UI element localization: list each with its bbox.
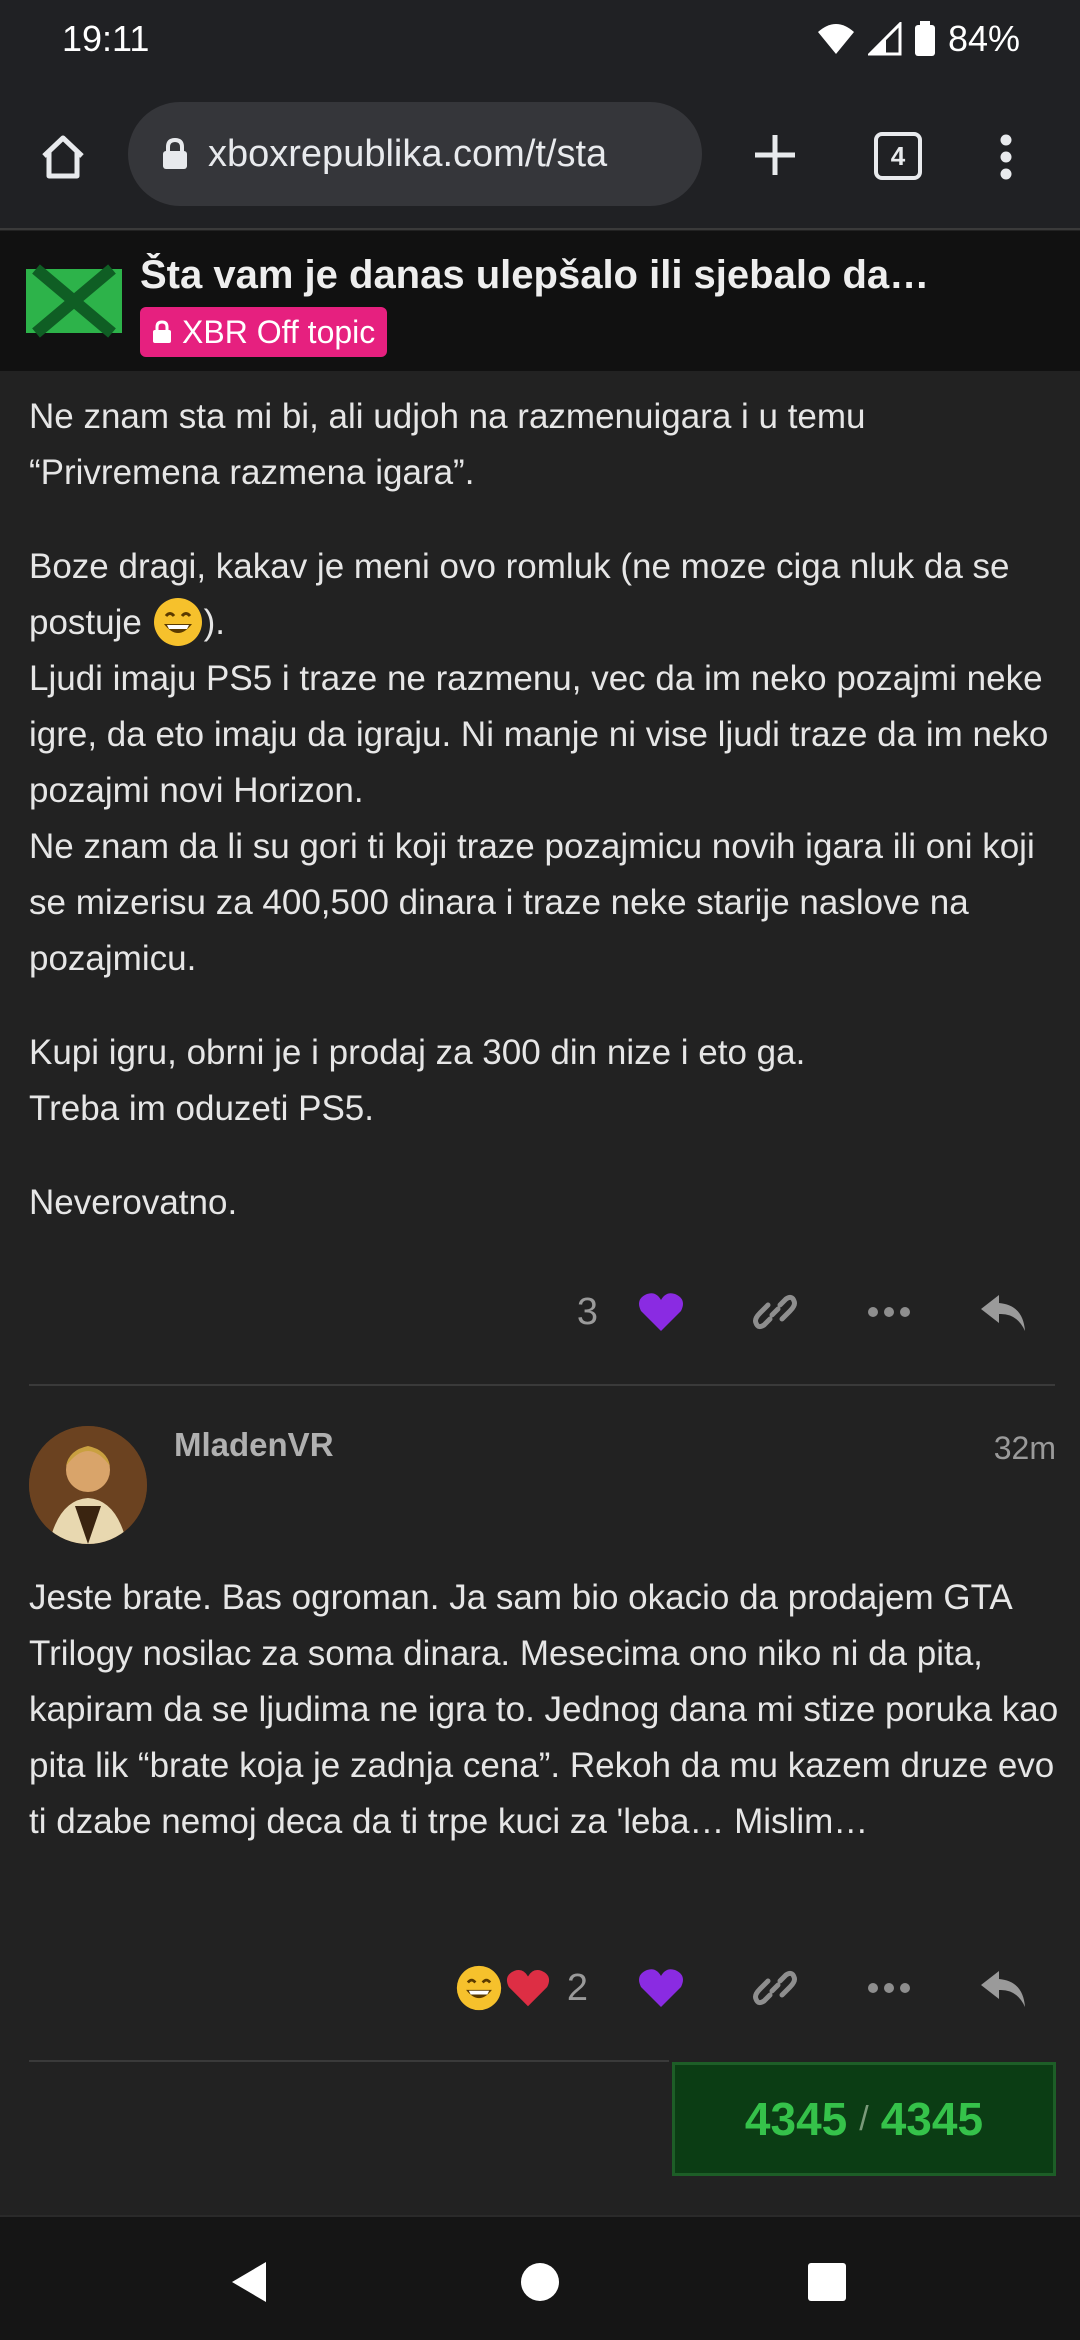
tab-switcher-button[interactable]: 4 bbox=[874, 132, 922, 180]
status-bar: 19:11 84% bbox=[0, 0, 1080, 80]
copy-link-button[interactable] bbox=[718, 1282, 832, 1342]
post-paragraph: Boze dragi, kakav je meni ovo romluk (ne… bbox=[29, 539, 1059, 987]
system-nav-bar bbox=[0, 2215, 1080, 2340]
home-nav-button[interactable] bbox=[505, 2247, 575, 2317]
link-icon bbox=[753, 1970, 797, 2006]
post-paragraph: Ne znam sta mi bi, ali udjoh na razmenui… bbox=[29, 397, 866, 492]
like-count[interactable]: 3 bbox=[577, 1291, 598, 1334]
post-text: Ne znam da li su gori ti koji traze poza… bbox=[29, 827, 1035, 978]
progress-total: 4345 bbox=[880, 2093, 984, 2145]
recents-button[interactable] bbox=[792, 2247, 862, 2317]
category-label: XBR Off topic bbox=[182, 313, 376, 350]
home-circle-icon bbox=[521, 2263, 559, 2301]
post-text: Kupi igru, obrni je i prodaj za 300 din … bbox=[29, 1033, 806, 1072]
home-button[interactable] bbox=[28, 122, 98, 192]
username[interactable]: MladenVR bbox=[174, 1426, 334, 1464]
red-heart-icon bbox=[506, 1970, 549, 2007]
heart-icon bbox=[639, 1293, 683, 1331]
reply-icon bbox=[981, 1971, 1025, 2007]
like-button[interactable] bbox=[604, 1958, 718, 2018]
reply-icon bbox=[981, 1295, 1025, 1331]
more-horizontal-icon bbox=[868, 1307, 910, 1317]
post-text: Ljudi imaju PS5 i traze ne razmenu, vec … bbox=[29, 659, 1049, 810]
site-logo[interactable] bbox=[26, 261, 122, 341]
avatar[interactable] bbox=[29, 1426, 147, 1544]
reply-button[interactable] bbox=[946, 1958, 1060, 2018]
grinning-emoji-icon bbox=[456, 1965, 502, 2011]
back-triangle-icon bbox=[232, 2262, 266, 2302]
browser-menu-button[interactable] bbox=[976, 122, 1036, 192]
address-bar[interactable]: xboxrepublika.com/t/sta bbox=[128, 102, 702, 206]
like-button[interactable] bbox=[604, 1282, 718, 1342]
post-divider bbox=[29, 1384, 1055, 1386]
post-text: ). bbox=[203, 603, 225, 642]
more-actions-button[interactable] bbox=[832, 1958, 946, 2018]
battery-percent: 84% bbox=[947, 18, 1020, 59]
post-actions: 3 bbox=[577, 1282, 1060, 1342]
post-age[interactable]: 32m bbox=[994, 1430, 1056, 1467]
plus-icon bbox=[755, 135, 795, 175]
wifi-icon bbox=[817, 24, 854, 54]
home-icon bbox=[42, 135, 84, 179]
heart-icon bbox=[639, 1969, 683, 2007]
progress-separator: / bbox=[859, 2099, 869, 2138]
lock-icon bbox=[153, 320, 171, 343]
post-paragraph: Jeste brate. Bas ogroman. Ja sam bio oka… bbox=[29, 1578, 1059, 1841]
post-paragraph: Kupi igru, obrni je i prodaj za 300 din … bbox=[29, 1025, 1059, 1137]
reactions[interactable]: 2 bbox=[455, 1964, 594, 2012]
post-divider bbox=[29, 2060, 669, 2062]
post-text: Treba im oduzeti PS5. bbox=[29, 1089, 374, 1128]
post-paragraph: Neverovatno. bbox=[29, 1183, 238, 1222]
new-tab-button[interactable] bbox=[740, 120, 810, 190]
battery-icon bbox=[914, 21, 935, 56]
topic-title[interactable]: Šta vam je danas ulepšalo ili sjebalo da… bbox=[140, 253, 1060, 298]
recents-square-icon bbox=[808, 2263, 846, 2301]
topic-progress[interactable]: 4345 / 4345 bbox=[672, 2062, 1056, 2176]
progress-current: 4345 bbox=[744, 2093, 848, 2145]
topic-header: Šta vam je danas ulepšalo ili sjebalo da… bbox=[0, 231, 1080, 371]
more-horizontal-icon bbox=[868, 1983, 910, 1993]
category-badge[interactable]: XBR Off topic bbox=[140, 307, 388, 357]
post-body: Jeste brate. Bas ogroman. Ja sam bio oka… bbox=[29, 1570, 1059, 1888]
url-text: xboxrepublika.com/t/sta bbox=[208, 132, 608, 175]
browser-toolbar: xboxrepublika.com/t/sta 4 bbox=[0, 80, 1080, 230]
reply-button[interactable] bbox=[946, 1282, 1060, 1342]
reaction-count: 2 bbox=[566, 1966, 588, 2009]
link-icon bbox=[753, 1294, 797, 1330]
more-actions-button[interactable] bbox=[832, 1282, 946, 1342]
status-time: 19:11 bbox=[62, 18, 150, 59]
lock-icon bbox=[163, 138, 187, 169]
status-icons: 84% bbox=[816, 18, 1020, 60]
signal-icon bbox=[867, 22, 902, 56]
post-actions: 2 bbox=[455, 1958, 1060, 2018]
avatar-image bbox=[29, 1426, 147, 1544]
grinning-emoji-icon bbox=[153, 598, 202, 646]
copy-link-button[interactable] bbox=[718, 1958, 832, 2018]
more-vertical-icon bbox=[1000, 134, 1012, 180]
post-body: Ne znam sta mi bi, ali udjoh na razmenui… bbox=[29, 389, 1059, 1269]
back-button[interactable] bbox=[215, 2247, 285, 2317]
